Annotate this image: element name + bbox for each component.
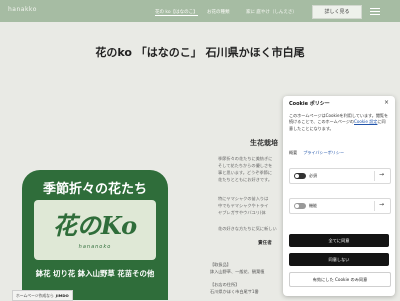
site-logo[interactable]: hanakko [8, 6, 37, 13]
body-text-line: 事と思います。どうぞ季節に [218, 170, 273, 175]
arrow-right-icon[interactable]: → [379, 201, 384, 208]
jimdo-badge[interactable]: ホームページ作成なら JIMDO [12, 290, 73, 301]
tab-privacy-policy[interactable]: プライバシーポリシー [303, 150, 344, 155]
sign-roman: hananoko [78, 244, 112, 250]
functional-toggle[interactable] [294, 202, 306, 209]
required-toggle[interactable] [294, 172, 306, 179]
cookie-tabs: 概要 プライバシーポリシー [289, 150, 344, 156]
cookie-title: Cookie ポリシー [289, 101, 330, 107]
body-text-line: 花たちとともにお好きです。 [218, 177, 273, 182]
cookie-row-required[interactable]: 必須 → [289, 168, 391, 184]
divider [374, 201, 375, 211]
jimdo-brand: JIMDO [55, 293, 69, 298]
tab-summary[interactable]: 概要 [289, 150, 297, 155]
required-label: 必須 [309, 173, 317, 178]
accept-all-button[interactable]: 全てに同意 [289, 234, 389, 247]
header-bar: hanakko 花の ko【はなのこ】 お花の種類 家に 庭やけ（しんえさ） 詳… [0, 0, 400, 22]
page-title: 花のko 「はなのこ」 石川県かほく市白尾 [95, 46, 305, 59]
sign-logo: 花のKo [52, 211, 138, 240]
nav-item-home[interactable]: 花の ko【はなのこ】 [155, 9, 198, 16]
divider [374, 171, 375, 181]
body-text-line: ヤブレガサやウバユリ(体 [218, 210, 266, 215]
sign-heading: 季節折々の花たち [42, 182, 147, 197]
body-text-line: 季節折々の花たちに美紡ぎに [218, 156, 273, 161]
badge-text: ホームページ作成なら [16, 293, 54, 298]
cookie-settings-link[interactable]: Cookie 設定 [354, 119, 377, 124]
menu-icon[interactable] [370, 6, 380, 16]
cookie-text: このホームページはCookieを利用しています。閲覧を続けることで、このホームペ… [289, 113, 389, 132]
accept-selected-button[interactable]: 有効にした Cookie のみ同意 [289, 272, 391, 287]
body-text-line: 花の好きな方たちに気に新しい [218, 226, 277, 231]
shop-signboard-image: 季節折々の花たち 花のKo hananoko 鉢花 切り花 鉢入山野草 花苗その… [22, 170, 168, 300]
body-text-line: そして花たちからの優しさを [218, 163, 273, 168]
info-label: 【取扱品】 [210, 262, 231, 267]
store-label: 【お店の住所】 [210, 282, 240, 287]
info-line: 鉢入山野草、一般花、観葉植 [210, 269, 265, 274]
arrow-right-icon[interactable]: → [379, 171, 384, 178]
sign-logo-panel: 花のKo hananoko [34, 200, 156, 260]
nav-item-flower-types[interactable]: お花の種類 [207, 9, 230, 15]
nav-item-garden[interactable]: 家に 庭やけ（しんえさ） [246, 9, 297, 15]
section-title: 生花栽培 [250, 139, 278, 147]
close-icon[interactable]: × [384, 99, 389, 106]
cookie-row-functional[interactable]: 機能 → [289, 198, 391, 214]
store-line: 石川県かほく市白尾サ1番 [210, 289, 259, 294]
sign-products: 鉢花 切り花 鉢入山野草 花苗その他 [35, 269, 155, 278]
detail-button[interactable]: 詳しく見る [312, 5, 362, 19]
decline-button[interactable]: 同意しない [289, 253, 389, 266]
body-text-line: 中でもヤマシャクやトライ [218, 203, 269, 208]
cookie-dialog: Cookie ポリシー × このホームページはCookieを利用しています。閲覧… [283, 96, 395, 296]
responsible-heading: 責任者 [258, 241, 272, 246]
functional-label: 機能 [309, 203, 317, 208]
body-text-line: 特にヤマシャクの苗入りは [218, 196, 269, 201]
